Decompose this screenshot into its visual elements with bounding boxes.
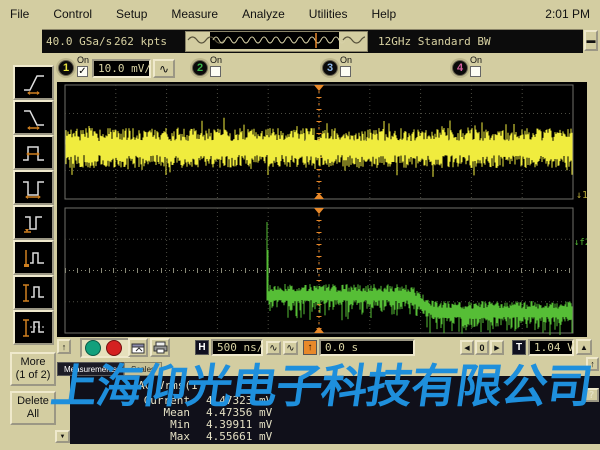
delete-all-button[interactable]: Delete All [10,391,56,425]
measure-vavg-button[interactable] [13,310,54,345]
export-icon [131,342,145,354]
measure-fall-time-button[interactable] [13,100,54,135]
trigger-icon[interactable]: T [512,340,526,355]
menu-measure[interactable]: Measure [171,7,218,21]
tab-measurements[interactable]: Measurements [57,362,124,376]
menu-file[interactable]: File [10,7,29,21]
sample-rate: 40.0 GSa/s [46,35,112,48]
delay-zero-button[interactable]: 0 [475,340,489,355]
measure-rise-time-button[interactable] [13,65,54,100]
channel-4-button[interactable]: 4 [452,60,468,76]
channel-3-checkbox[interactable] [340,66,351,77]
v-peak-peak-icon [21,280,47,306]
acquisition-memory-bar[interactable] [185,31,368,52]
delay-left-button[interactable]: ◀ [460,340,474,355]
measurements-panel: AC Vrms(1) Current 4.47323 mV Mean 4.473… [70,376,600,444]
tab-scales[interactable]: Scales [124,362,162,376]
stop-button[interactable] [106,340,122,356]
channel-2-on-label: On [210,56,222,65]
memory-bar-waveform [186,32,365,49]
menu-control[interactable]: Control [53,7,92,21]
rise-time-icon [21,70,47,96]
more-line1: More [12,356,54,369]
measure-negative-width-button[interactable] [13,170,54,205]
svg-text:↓f2: ↓f2 [574,238,587,248]
more-measurements-button[interactable]: More (1 of 2) [10,352,56,386]
waveform-display[interactable]: ↓1 ↓f2 [57,82,587,337]
scope-graticule: ↓1 ↓f2 [57,82,587,337]
sine-small-icon: ∿ [269,343,277,354]
measurement-row-max: Max 4.55661 mV [80,430,272,443]
trigger-level-field[interactable]: 1.04 V [528,339,574,356]
measure-vmin-button[interactable] [13,240,54,275]
channel-1-checkbox[interactable]: ✓ [77,66,88,77]
channel-1-on-toggle[interactable]: On ✓ [77,56,89,77]
scroll-up-right-button[interactable]: ↑ [586,357,599,371]
printer-icon [153,341,168,354]
measure-positive-width-button[interactable] [13,135,54,170]
channel-4-on-toggle[interactable]: On [470,56,482,77]
horizontal-delay-field[interactable]: 0.0 s [319,339,415,356]
memory-depth: 262 kpts [114,35,167,48]
channel-2-checkbox[interactable] [210,66,221,77]
panel-scroll-down-button[interactable]: ▼ [55,430,70,443]
channel-4-checkbox[interactable] [470,66,481,77]
channel-1-on-label: On [77,56,89,65]
channel-4-on-label: On [470,56,482,65]
channel-1-scale-field[interactable]: 10.0 mV/ [92,59,151,78]
channel-2-on-toggle[interactable]: On [210,56,222,77]
menu-setup[interactable]: Setup [116,7,147,21]
delay-right-button[interactable]: ▶ [490,340,504,355]
channel-3-on-label: On [340,56,352,65]
horizontal-zoom-out-button[interactable]: ∿ [266,341,281,355]
run-button[interactable] [85,340,101,356]
channel-1-menu-button[interactable]: ∿ [153,59,175,78]
timebase-field[interactable]: 500 ns/ [211,339,263,356]
channel-1-button[interactable]: 1 [58,60,74,76]
measurement-name: AC Vrms(1) [138,379,204,392]
v-min-icon [21,245,47,271]
fall-time-icon [21,105,47,131]
clock: 2:01 PM [545,7,590,21]
row-label: Max [80,430,190,443]
channel-2-button[interactable]: 2 [192,60,208,76]
sine-icon: ∿ [159,62,169,76]
help-button[interactable]: ? [584,388,599,402]
menu-bar: File Control Setup Measure Analyze Utili… [0,0,600,27]
menu-utilities[interactable]: Utilities [309,7,348,21]
measure-vpp-button[interactable] [13,275,54,310]
v-average-icon [21,315,47,341]
menu-help[interactable]: Help [371,7,396,21]
bandwidth-label: 12GHz Standard BW [378,35,491,48]
status-bar: 40.0 GSa/s 262 kpts 12GHz Standard BW [42,29,583,53]
scroll-up-left-button[interactable]: ↑ [57,339,71,354]
horizontal-icon[interactable]: H [195,340,209,355]
channel-3-on-toggle[interactable]: On [340,56,352,77]
negative-pulse-width-icon [21,175,47,201]
trigger-level-up-button[interactable]: ▲ [576,339,592,355]
export-button[interactable] [128,338,148,357]
menu-analyze[interactable]: Analyze [242,7,285,21]
period-icon [21,210,47,236]
trigger-position-icon[interactable]: ↑ [303,340,317,355]
positive-pulse-width-icon [21,140,47,166]
delete-line2: All [12,408,54,421]
svg-text:↓1: ↓1 [576,190,587,201]
horizontal-zoom-in-button[interactable]: ∿ [283,341,298,355]
more-line2: (1 of 2) [12,369,54,382]
channel-3-button[interactable]: 3 [322,60,338,76]
sine-small-icon: ∿ [286,343,294,354]
print-button[interactable] [150,338,170,357]
delete-line1: Delete [12,395,54,408]
collapse-button[interactable]: ▬ [584,30,598,51]
measure-period-button[interactable] [13,205,54,240]
row-value: 4.55661 mV [206,430,272,443]
